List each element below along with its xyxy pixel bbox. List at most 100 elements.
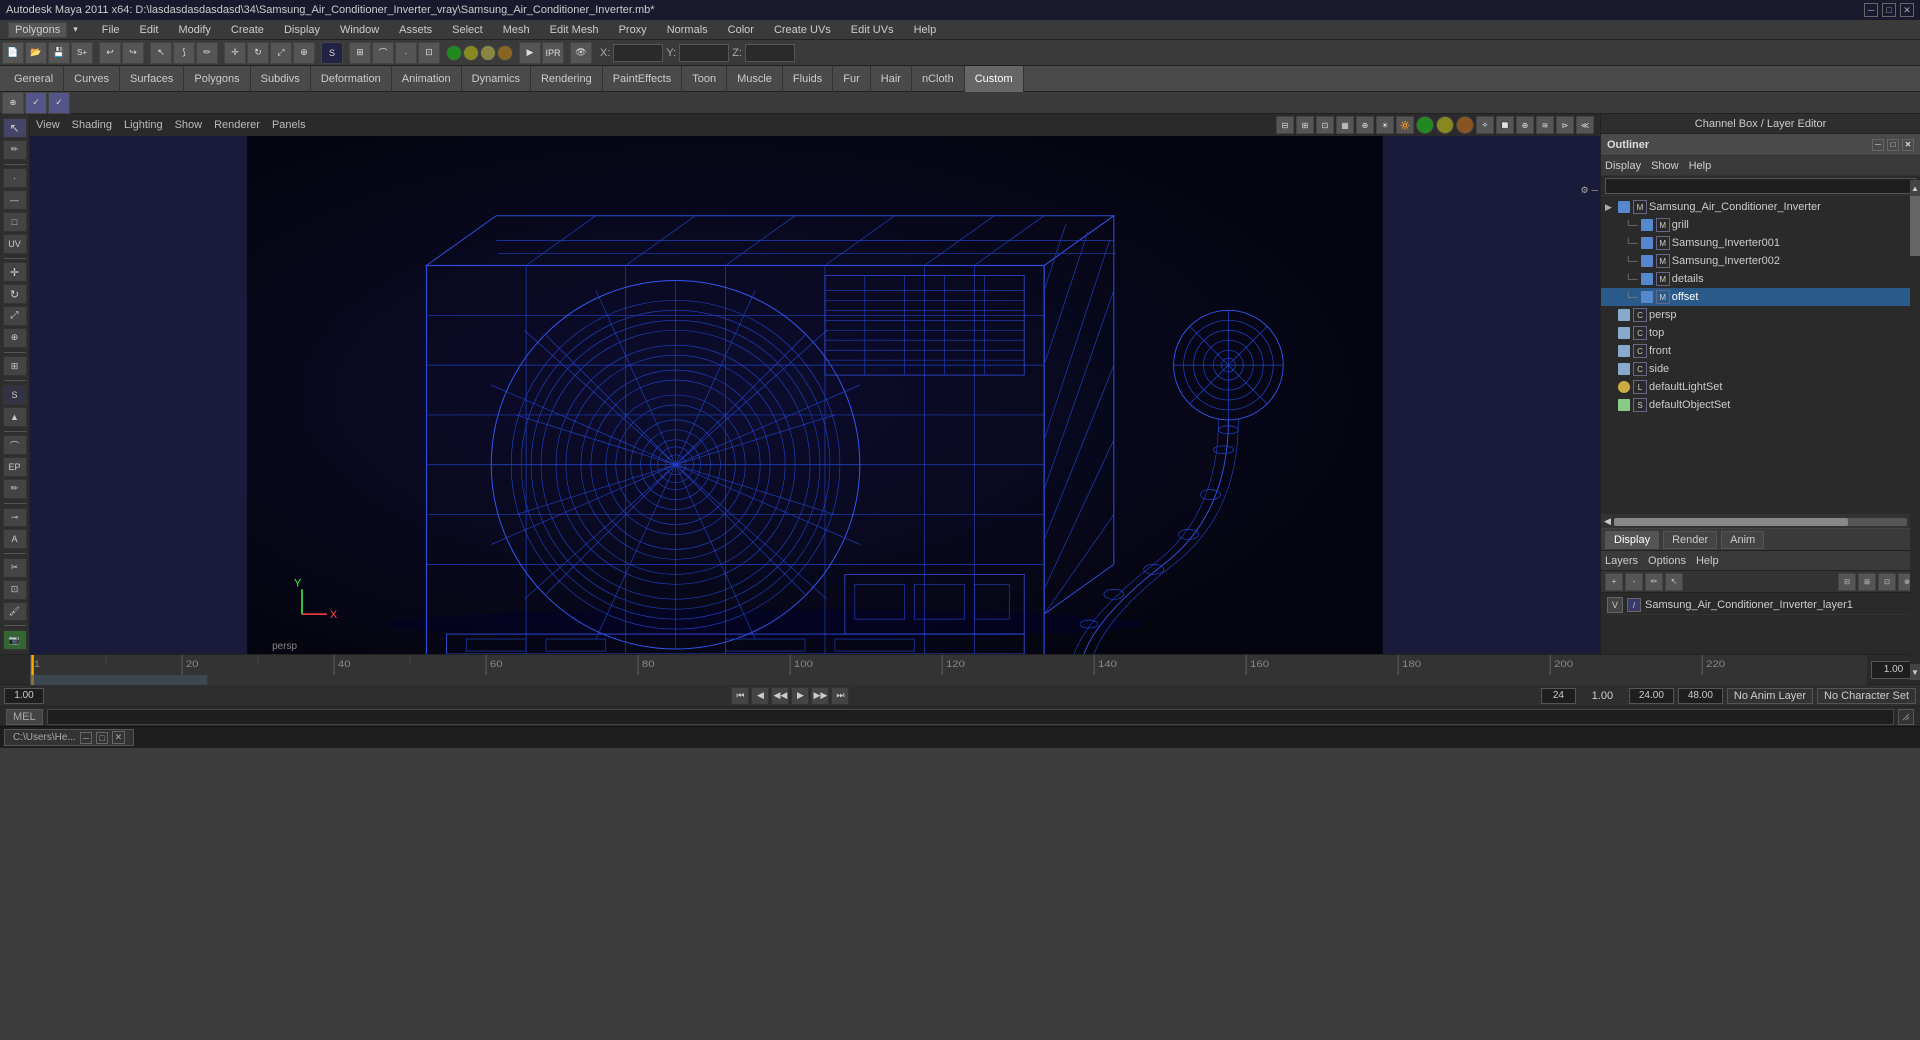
show-hide-button[interactable]: 👁 bbox=[570, 42, 592, 64]
tab-surfaces[interactable]: Surfaces bbox=[120, 66, 184, 92]
vp-light-green[interactable] bbox=[1416, 116, 1434, 134]
pencil-button[interactable]: ✏ bbox=[3, 479, 27, 499]
vp-show-menu[interactable]: Show bbox=[175, 119, 203, 131]
render-button[interactable]: ▶ bbox=[519, 42, 541, 64]
polygon-mode-dropdown[interactable]: Polygons bbox=[8, 22, 67, 38]
light-button-3[interactable] bbox=[480, 45, 496, 61]
outliner-search-input[interactable] bbox=[1605, 178, 1916, 194]
rotate-button[interactable]: ↻ bbox=[3, 284, 27, 304]
paint-mode-button[interactable]: ✏ bbox=[3, 140, 27, 160]
taskbar-app-minimize[interactable]: ─ bbox=[80, 732, 92, 744]
tree-item-objectset[interactable]: S defaultObjectSet bbox=[1601, 396, 1920, 414]
vp-light-orange[interactable] bbox=[1456, 116, 1474, 134]
light-button-1[interactable] bbox=[446, 45, 462, 61]
layer-edit-button[interactable]: ✏ bbox=[1645, 573, 1663, 591]
snap-curve-button[interactable]: ⌒ bbox=[372, 42, 394, 64]
vp-icon-10[interactable]: ⊕ bbox=[1516, 116, 1534, 134]
vp-icon-6[interactable]: ☀ bbox=[1376, 116, 1394, 134]
channel-box-minimize[interactable]: ─ bbox=[1592, 185, 1598, 196]
x-input[interactable] bbox=[613, 44, 663, 62]
tree-item-top[interactable]: C top bbox=[1601, 324, 1920, 342]
vp-shading-menu[interactable]: Shading bbox=[72, 119, 112, 131]
select-mode-button[interactable]: ↖ bbox=[3, 118, 27, 138]
paint-select-tool[interactable]: ✏ bbox=[196, 42, 218, 64]
layer-layers-menu[interactable]: Layers bbox=[1605, 555, 1638, 567]
layer-tab-render[interactable]: Render bbox=[1663, 531, 1717, 549]
tab-rendering[interactable]: Rendering bbox=[531, 66, 603, 92]
vp-icon-3[interactable]: ⊡ bbox=[1316, 116, 1334, 134]
tab-hair[interactable]: Hair bbox=[871, 66, 912, 92]
layer-delete-button[interactable]: - bbox=[1625, 573, 1643, 591]
tab-custom[interactable]: Custom bbox=[965, 66, 1024, 92]
vp-light-yellow[interactable] bbox=[1436, 116, 1454, 134]
edge-select-button[interactable]: — bbox=[3, 190, 27, 210]
taskbar-app-button[interactable]: C:\Users\He... ─ □ ✕ bbox=[4, 729, 134, 746]
scrollbar-down-button[interactable]: ▼ bbox=[1910, 664, 1920, 680]
step-forward-button[interactable]: ▶▶ bbox=[811, 687, 829, 705]
tree-item-root[interactable]: ▶ M Samsung_Air_Conditioner_Inverter bbox=[1601, 198, 1920, 216]
snap-point-button[interactable]: · bbox=[395, 42, 417, 64]
range-end-input[interactable] bbox=[1541, 688, 1576, 704]
vp-icon-1[interactable]: ⊟ bbox=[1276, 116, 1294, 134]
tree-item-inv002[interactable]: └─ M Samsung_Inverter002 bbox=[1601, 252, 1920, 270]
go-to-end-button[interactable]: ⏭ bbox=[831, 687, 849, 705]
menu-create-uvs[interactable]: Create UVs bbox=[770, 22, 835, 38]
new-scene-button[interactable]: 📄 bbox=[2, 42, 24, 64]
vp-lighting-menu[interactable]: Lighting bbox=[124, 119, 163, 131]
vp-icon-5[interactable]: ⊕ bbox=[1356, 116, 1374, 134]
polygon-mode-arrow[interactable]: ▾ bbox=[69, 22, 82, 37]
tab-curves[interactable]: Curves bbox=[64, 66, 120, 92]
sculpt-button[interactable]: ▲ bbox=[3, 407, 27, 427]
vp-icon-13[interactable]: ≪ bbox=[1576, 116, 1594, 134]
tree-item-side[interactable]: C side bbox=[1601, 360, 1920, 378]
show-manip-button[interactable]: ⊞ bbox=[3, 356, 27, 376]
maximize-button[interactable]: □ bbox=[1882, 3, 1896, 17]
tree-item-persp[interactable]: C persp bbox=[1601, 306, 1920, 324]
universal-manip-button[interactable]: ⊕ bbox=[3, 328, 27, 348]
tree-item-inv001[interactable]: └─ M Samsung_Inverter001 bbox=[1601, 234, 1920, 252]
menu-edit-mesh[interactable]: Edit Mesh bbox=[546, 22, 603, 38]
tree-expand-root[interactable]: ▶ bbox=[1605, 202, 1617, 213]
go-to-start-button[interactable]: ⏮ bbox=[731, 687, 749, 705]
range-start-input[interactable] bbox=[4, 688, 44, 704]
tree-item-lightset[interactable]: L defaultLightSet bbox=[1601, 378, 1920, 396]
tree-item-details[interactable]: └─ M details bbox=[1601, 270, 1920, 288]
tab-toon[interactable]: Toon bbox=[682, 66, 727, 92]
curve-tool-button[interactable]: ⌒ bbox=[3, 435, 27, 455]
outliner-display-menu[interactable]: Display bbox=[1605, 160, 1641, 172]
tree-item-offset[interactable]: └─ M offset bbox=[1601, 288, 1920, 306]
vp-icon-7[interactable]: 🔆 bbox=[1396, 116, 1414, 134]
menu-create[interactable]: Create bbox=[227, 22, 268, 38]
ipr-button[interactable]: IPR bbox=[542, 42, 564, 64]
split-mesh-button[interactable]: ⊡ bbox=[3, 580, 27, 600]
save-as-button[interactable]: S+ bbox=[71, 42, 93, 64]
iconbar-btn-1[interactable]: ⊕ bbox=[2, 92, 24, 114]
outliner-close[interactable]: ✕ bbox=[1902, 139, 1914, 151]
scale-button[interactable]: ⤢ bbox=[3, 306, 27, 326]
layer-type[interactable]: / bbox=[1627, 598, 1641, 612]
command-input-area[interactable] bbox=[47, 709, 1894, 725]
menu-assets[interactable]: Assets bbox=[395, 22, 436, 38]
tree-item-grill[interactable]: └─ M grill bbox=[1601, 216, 1920, 234]
menu-display[interactable]: Display bbox=[280, 22, 324, 38]
tab-animation[interactable]: Animation bbox=[392, 66, 462, 92]
iconbar-btn-2[interactable]: ✓ bbox=[25, 92, 47, 114]
measure-button[interactable]: ⊸ bbox=[3, 508, 27, 528]
polygon-mode-selector[interactable]: Polygons ▾ bbox=[4, 22, 86, 38]
resize-handle[interactable] bbox=[1898, 709, 1914, 725]
viewport-canvas[interactable]: X Y persp bbox=[30, 136, 1600, 654]
layer-create-button[interactable]: + bbox=[1605, 573, 1623, 591]
channel-box-settings[interactable]: ⚙ bbox=[1581, 185, 1589, 196]
layer-tab-anim[interactable]: Anim bbox=[1721, 531, 1764, 549]
menu-window[interactable]: Window bbox=[336, 22, 383, 38]
menu-file[interactable]: File bbox=[98, 22, 124, 38]
rotate-tool[interactable]: ↻ bbox=[247, 42, 269, 64]
undo-button[interactable]: ↩ bbox=[99, 42, 121, 64]
ep-curve-button[interactable]: EP bbox=[3, 457, 27, 477]
title-bar-controls[interactable]: ─ □ ✕ bbox=[1864, 3, 1914, 17]
script-mode-label[interactable]: MEL bbox=[6, 709, 43, 725]
z-input[interactable] bbox=[745, 44, 795, 62]
tab-ncloth[interactable]: nCloth bbox=[912, 66, 965, 92]
layer-tab-display[interactable]: Display bbox=[1605, 531, 1659, 549]
camera-orbit-button[interactable]: 📷 bbox=[3, 630, 27, 650]
